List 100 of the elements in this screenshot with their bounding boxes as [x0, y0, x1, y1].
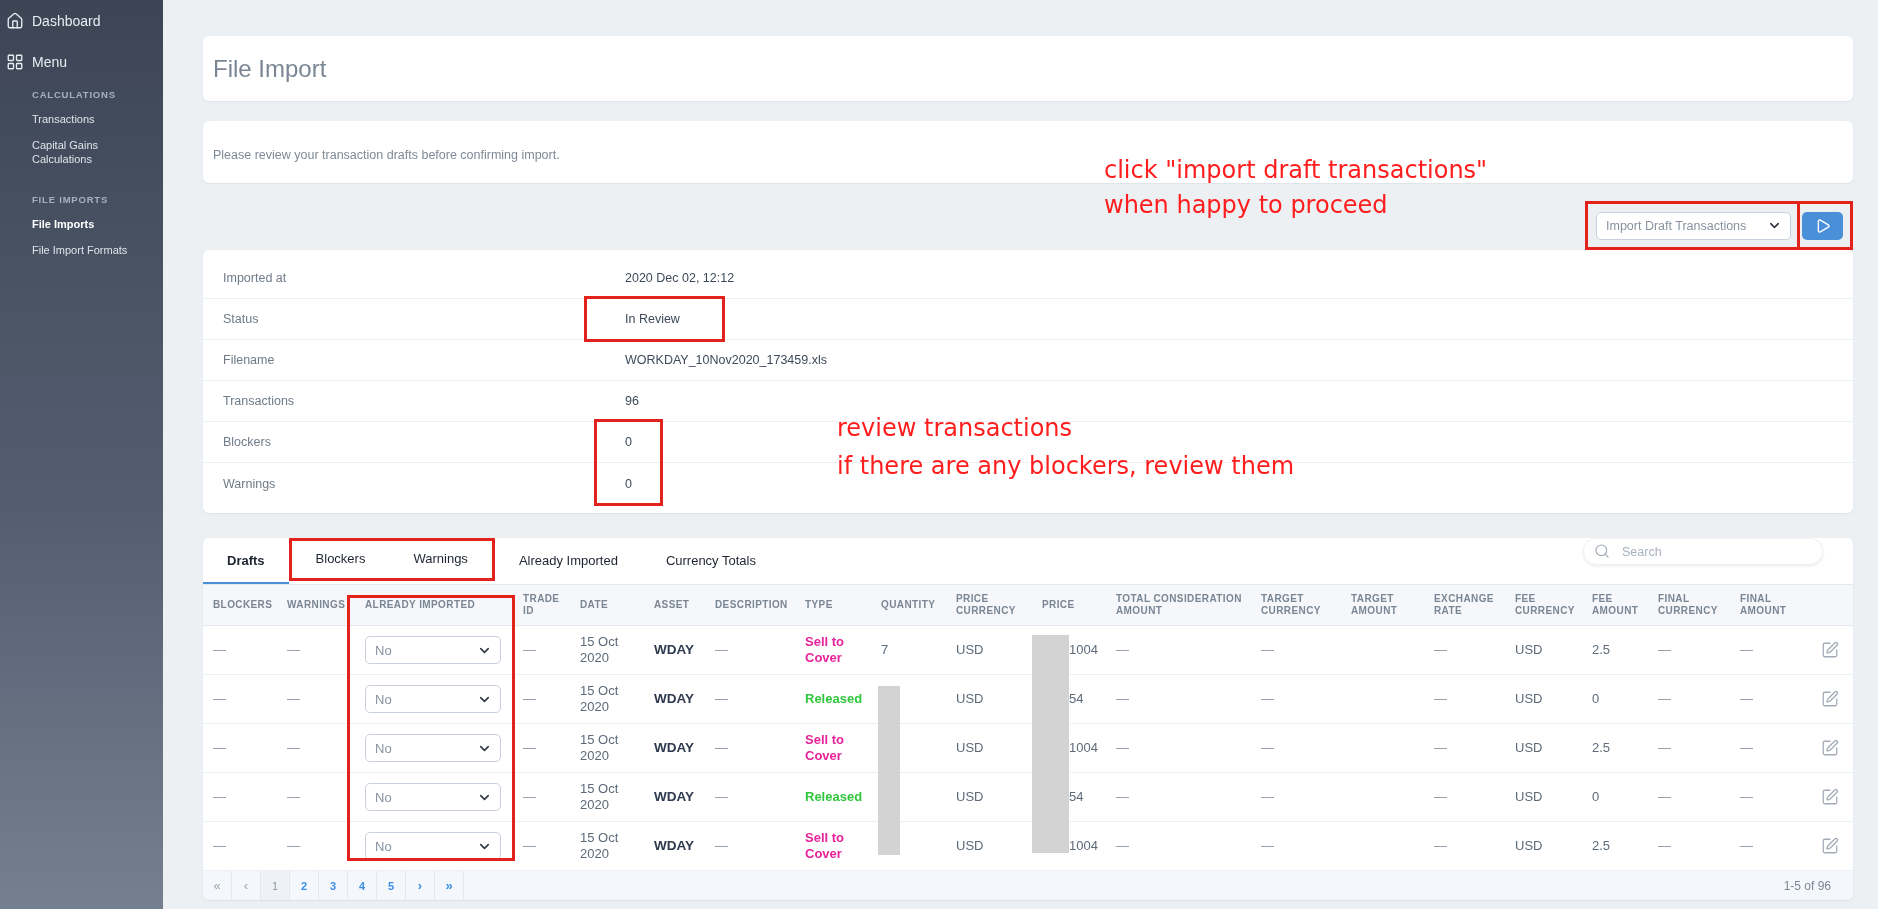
- column-header: PRICE CURRENCY: [956, 593, 1017, 617]
- table-cell: USD: [956, 740, 984, 756]
- table-cell: USD: [1515, 838, 1543, 854]
- edit-icon[interactable]: [1820, 641, 1839, 659]
- table-cell: —: [287, 740, 300, 756]
- table-cell: 0: [1592, 789, 1600, 805]
- page-link[interactable]: 5: [377, 871, 406, 900]
- column-header: ASSET: [654, 599, 690, 611]
- page-title: File Import: [213, 54, 327, 83]
- detail-label: Filename: [223, 353, 275, 367]
- annotation-text: click "import draft transactions": [1104, 155, 1488, 186]
- table-cell: USD: [1515, 740, 1543, 756]
- tab[interactable]: Already Imported: [494, 538, 642, 584]
- table-cell: 54: [1069, 691, 1084, 707]
- grid-icon: [6, 52, 24, 71]
- sidebar-item[interactable]: File Import Formats: [32, 237, 128, 263]
- search-field[interactable]: Search: [1583, 538, 1823, 565]
- detail-label: Status: [223, 312, 259, 326]
- table-cell: —: [1740, 740, 1753, 756]
- table-cell-text: Sell to Cover: [805, 830, 845, 862]
- table-cell: —: [213, 838, 226, 854]
- table-cell: WDAY: [654, 740, 694, 756]
- dropdown[interactable]: Import Draft Transactions: [1596, 211, 1791, 240]
- table-cell: —: [287, 838, 300, 854]
- page-link[interactable]: 3: [319, 871, 348, 900]
- table-cell: —: [715, 740, 728, 756]
- table-cell: 2.5: [1592, 740, 1611, 756]
- page-link[interactable]: 2: [290, 871, 319, 900]
- detail-value: 0: [625, 435, 632, 449]
- table-cell: USD: [956, 691, 984, 707]
- tab[interactable]: Blockers: [291, 541, 390, 578]
- edit-icon[interactable]: [1820, 837, 1839, 855]
- table-cell: —: [1261, 642, 1274, 658]
- table-cell: WDAY: [654, 642, 694, 658]
- table-cell: —: [1116, 740, 1129, 756]
- table-cell: —: [1261, 691, 1274, 707]
- search-icon: [1594, 543, 1610, 559]
- table-cell-text: 15 Oct 2020: [580, 634, 620, 666]
- table-cell: —: [1658, 691, 1671, 707]
- sidebar-item[interactable]: Dashboard: [0, 0, 101, 41]
- table-cell: —: [1434, 691, 1447, 707]
- table-cell: —: [1740, 789, 1753, 805]
- table-cell-text: 15 Oct 2020: [580, 683, 620, 715]
- table-cell: —: [1740, 642, 1753, 658]
- sidebar-item[interactable]: Menu: [0, 41, 68, 82]
- annotation-text: when happy to proceed: [1104, 190, 1388, 221]
- edit-icon[interactable]: [1820, 690, 1839, 708]
- table-cell-text: 15 Oct 2020: [580, 732, 620, 764]
- page-nav-link[interactable]: »: [435, 871, 464, 900]
- dropdown[interactable]: No: [365, 783, 501, 811]
- column-header: TARGET CURRENCY: [1261, 593, 1322, 617]
- column-header: TOTAL CONSIDERATION AMOUNT: [1116, 593, 1243, 617]
- table-cell: —: [287, 789, 300, 805]
- table-cell: WDAY: [654, 691, 694, 707]
- column-header: FINAL CURRENCY: [1658, 593, 1719, 617]
- run-button[interactable]: [1802, 211, 1843, 240]
- tab[interactable]: Warnings: [389, 541, 492, 578]
- table-cell: —: [213, 642, 226, 658]
- annotation-text: review transactions: [837, 413, 1073, 444]
- dropdown[interactable]: No: [365, 734, 501, 762]
- pagination-range: 1-5 of 96: [1783, 878, 1832, 893]
- sidebar-item[interactable]: Capital Gains Calculations: [32, 132, 144, 172]
- tab[interactable]: Currency Totals: [641, 538, 780, 584]
- detail-label: Blockers: [223, 435, 271, 449]
- table-cell: —: [1116, 691, 1129, 707]
- table-cell: 54: [1069, 789, 1084, 805]
- table-cell: WDAY: [654, 838, 694, 854]
- dropdown[interactable]: No: [365, 636, 501, 664]
- column-header: FEE CURRENCY: [1515, 593, 1576, 617]
- table-cell-text: 15 Oct 2020: [580, 781, 620, 813]
- page-link[interactable]: 4: [348, 871, 377, 900]
- dropdown[interactable]: No: [365, 832, 501, 860]
- page-link[interactable]: 1: [261, 871, 290, 900]
- page-nav-link[interactable]: ›: [406, 871, 435, 900]
- table-cell: —: [1658, 740, 1671, 756]
- detail-value: 2020 Dec 02, 12:12: [625, 271, 735, 285]
- edit-icon[interactable]: [1820, 739, 1839, 757]
- description-text: Please review your transaction drafts before confirming import.: [213, 148, 560, 162]
- table-cell: —: [1261, 740, 1274, 756]
- table-cell-text: Sell to Cover: [805, 634, 845, 666]
- table-cell: —: [1261, 789, 1274, 805]
- column-header: TRADE ID: [523, 593, 561, 617]
- table-cell: Released: [805, 789, 863, 805]
- table-cell: USD: [1515, 691, 1543, 707]
- table-cell: —: [1658, 642, 1671, 658]
- table-cell: —: [1116, 789, 1129, 805]
- table-cell: —: [715, 838, 728, 854]
- sidebar-item[interactable]: Transactions: [32, 106, 95, 132]
- table-cell: 1004: [1069, 642, 1098, 658]
- column-header: TYPE: [805, 599, 833, 611]
- table-cell: —: [523, 740, 536, 756]
- table-cell: —: [523, 789, 536, 805]
- detail-label: Imported at: [223, 271, 287, 285]
- edit-icon[interactable]: [1820, 788, 1839, 806]
- table-cell: —: [1434, 789, 1447, 805]
- table-cell: USD: [956, 838, 984, 854]
- table-cell: —: [715, 789, 728, 805]
- sidebar-item[interactable]: File Imports: [32, 211, 95, 237]
- dropdown[interactable]: No: [365, 685, 501, 713]
- table-cell: —: [1740, 838, 1753, 854]
